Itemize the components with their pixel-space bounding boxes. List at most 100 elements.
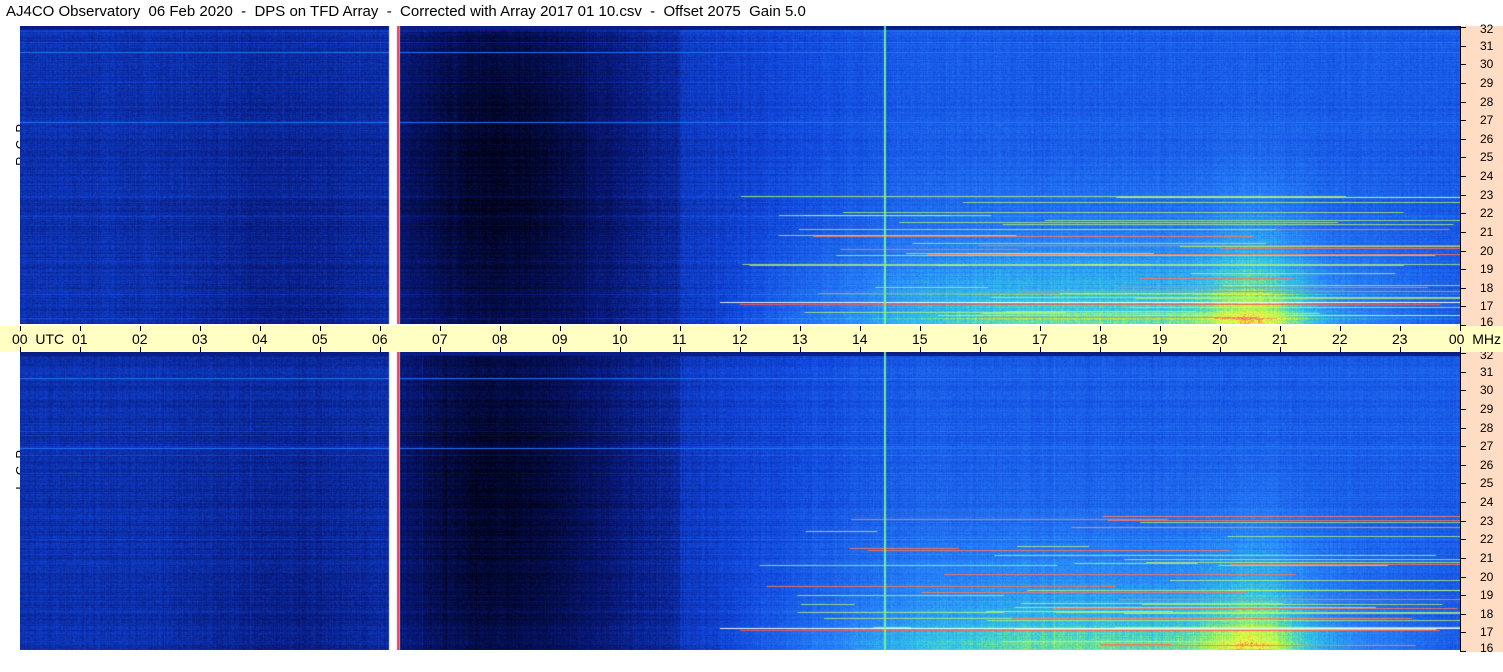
y-tick-label: 25 <box>1480 476 1494 491</box>
x-tick <box>860 347 861 352</box>
y-tick <box>1461 120 1466 122</box>
x-tick <box>1400 347 1401 352</box>
y-tick <box>1461 446 1466 448</box>
x-tick-label: 09 <box>552 331 568 347</box>
x-tick <box>1220 347 1221 352</box>
x-tick <box>500 347 501 352</box>
y-tick-label: 18 <box>1480 606 1494 621</box>
y-tick-label: 25 <box>1480 150 1494 165</box>
lcp-spectrogram-canvas <box>20 352 1460 650</box>
x-tick-label: 06 <box>372 331 388 347</box>
y-tick-label: 31 <box>1480 38 1494 53</box>
y-tick <box>1461 213 1466 215</box>
x-tick <box>980 347 981 352</box>
x-tick-label: 20 <box>1212 331 1228 347</box>
y-tick <box>1461 157 1466 159</box>
y-tick <box>1461 464 1466 466</box>
y-tick-label: 24 <box>1480 169 1494 183</box>
y-tick-label: 16 <box>1480 641 1494 655</box>
x-tick-label: 01 <box>72 331 88 347</box>
y-tick-label: 23 <box>1480 187 1494 202</box>
x-tick <box>560 347 561 352</box>
y-tick <box>1461 287 1466 289</box>
y-tick-label: 24 <box>1480 495 1494 509</box>
y-tick <box>1461 651 1466 652</box>
x-tick <box>1280 347 1281 352</box>
y-tick-label: 28 <box>1480 420 1494 435</box>
time-axis: 00 UTC 01 02 03 04 05 06 07 08 09 10 11 12 13 14 15 16 17… <box>0 326 1503 352</box>
y-tick <box>1461 483 1466 485</box>
x-tick <box>1100 347 1101 352</box>
x-tick <box>80 347 81 352</box>
y-tick-label: 22 <box>1480 532 1494 547</box>
rcp-spectrogram-canvas <box>20 26 1460 324</box>
y-tick <box>1461 82 1466 84</box>
x-tick <box>20 347 21 352</box>
y-tick <box>1461 194 1466 196</box>
rcp-spectrogram <box>20 26 1460 324</box>
y-tick-label: 30 <box>1480 383 1494 398</box>
x-tick-label: 00 MHz <box>1448 331 1501 347</box>
y-tick-label: 17 <box>1480 299 1494 314</box>
x-tick-label: 16 <box>972 331 988 347</box>
x-tick-label: 03 <box>192 331 208 347</box>
y-tick <box>1461 390 1466 392</box>
y-tick <box>1461 595 1466 597</box>
x-tick-label: 08 <box>492 331 508 347</box>
y-tick-label: 28 <box>1480 94 1494 109</box>
x-tick-label: 11 <box>672 331 687 347</box>
y-tick-label: 17 <box>1480 625 1494 640</box>
y-tick-label: 18 <box>1480 280 1494 295</box>
y-tick <box>1461 557 1466 559</box>
y-tick-label: 26 <box>1480 457 1494 472</box>
y-tick <box>1461 306 1466 308</box>
x-tick-label: 19 <box>1152 331 1168 347</box>
y-tick-label: 31 <box>1480 364 1494 379</box>
y-tick-label: 19 <box>1480 588 1494 603</box>
y-tick <box>1461 371 1466 373</box>
y-tick <box>1461 520 1466 522</box>
x-tick <box>380 347 381 352</box>
x-tick <box>680 347 681 352</box>
x-tick <box>200 347 201 352</box>
y-tick <box>1461 613 1466 615</box>
y-tick <box>1461 502 1466 503</box>
y-tick-label: 29 <box>1480 401 1494 416</box>
x-tick-label: 17 <box>1032 331 1048 347</box>
y-tick <box>1461 539 1466 541</box>
x-tick-label: 15 <box>912 331 928 347</box>
x-tick <box>320 347 321 352</box>
y-tick <box>1461 64 1466 66</box>
x-tick <box>620 347 621 352</box>
x-tick-label: 07 <box>432 331 448 347</box>
x-tick-label: 05 <box>312 331 328 347</box>
chart-title: AJ4CO Observatory 06 Feb 2020 - DPS on T… <box>6 3 806 20</box>
frequency-axis-bottom: 32 31 30 29 28 27 26 25 24 23 22 21 20 19 18 17 16 <box>1460 349 1503 655</box>
x-tick-label: 14 <box>852 331 868 347</box>
y-tick-label: 21 <box>1480 550 1494 565</box>
y-tick <box>1461 231 1466 233</box>
y-tick <box>1461 427 1466 429</box>
x-tick <box>140 347 141 352</box>
y-tick <box>1461 576 1466 578</box>
y-tick <box>1461 138 1466 140</box>
y-tick-label: 27 <box>1480 113 1494 128</box>
x-tick-label: 18 <box>1092 331 1108 347</box>
x-tick <box>1460 347 1461 352</box>
y-tick <box>1461 269 1466 271</box>
x-tick-label: 00 UTC <box>12 331 65 347</box>
x-tick <box>740 347 741 352</box>
y-tick-label: 32 <box>1480 22 1494 36</box>
y-tick-label: 20 <box>1480 569 1494 584</box>
x-tick <box>1040 347 1041 352</box>
y-tick-label: 19 <box>1480 262 1494 277</box>
frequency-axis-top: 32 31 30 29 28 27 26 25 24 23 22 21 20 19 18 17 16 <box>1460 22 1503 328</box>
y-tick <box>1461 250 1466 252</box>
y-tick-label: 23 <box>1480 513 1494 528</box>
y-tick <box>1461 353 1466 354</box>
x-tick <box>440 347 441 352</box>
y-tick-label: 22 <box>1480 206 1494 221</box>
x-tick <box>1160 347 1161 352</box>
x-tick-label: 04 <box>252 331 268 347</box>
x-tick-label: 10 <box>612 331 628 347</box>
